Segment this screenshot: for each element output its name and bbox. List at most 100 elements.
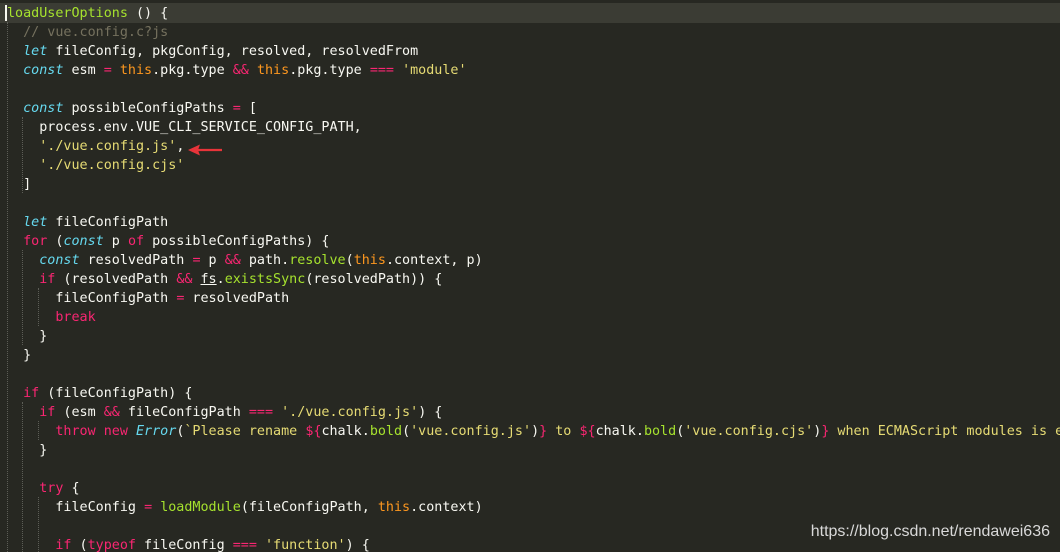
code-token: ) { (345, 538, 370, 552)
code-line[interactable]: } (7, 346, 31, 365)
code-line[interactable]: // vue.config.c?js (7, 23, 168, 42)
code-token: ( (47, 234, 64, 249)
code-token: path. (240, 253, 290, 268)
code-token: './vue.config.js' (281, 405, 419, 420)
code-token: ( (402, 424, 411, 439)
code-token: ( (71, 538, 88, 552)
code-token: = (103, 63, 112, 78)
code-token: p (103, 234, 128, 249)
code-line[interactable]: break (7, 308, 95, 327)
code-line[interactable]: if (esm && fileConfigPath === './vue.con… (7, 403, 442, 422)
code-token: = (192, 253, 201, 268)
code-token: } (539, 424, 548, 439)
code-token: p (200, 253, 225, 268)
code-line[interactable]: process.env.VUE_CLI_SERVICE_CONFIG_PATH, (7, 118, 362, 137)
code-token: if (39, 272, 56, 287)
code-token: if (55, 538, 72, 552)
code-token: === (232, 538, 257, 552)
code-line[interactable]: try { (7, 479, 79, 498)
code-line[interactable]: for (const p of possibleConfigPaths) { (7, 232, 330, 251)
code-token: Error (136, 424, 177, 439)
code-token: fileConfig (136, 538, 233, 552)
code-line[interactable]: fileConfig = loadModule(fileConfigPath, … (7, 498, 483, 517)
code-token: if (23, 386, 40, 401)
code-token: if (39, 405, 56, 420)
code-token: './vue.config.cjs' (39, 158, 185, 173)
code-token: 'function' (265, 538, 346, 552)
code-line[interactable]: } (7, 441, 47, 460)
code-line[interactable]: let fileConfigPath (7, 213, 168, 232)
code-line[interactable]: const possibleConfigPaths = [ (7, 99, 257, 118)
code-line[interactable]: ] (7, 175, 31, 194)
code-token: (resolvedPath (55, 272, 177, 287)
code-token: const (23, 101, 64, 116)
code-token: let (23, 215, 48, 230)
code-token: chalk. (595, 424, 644, 439)
code-token: () { (127, 6, 169, 21)
code-token: throw (55, 424, 96, 439)
code-line[interactable]: './vue.config.js', (7, 137, 184, 156)
code-token: = (144, 500, 153, 515)
code-token: `Please rename (184, 424, 306, 439)
code-token: existsSync (224, 272, 306, 287)
code-line[interactable]: let fileConfig, pkgConfig, resolved, res… (7, 42, 418, 61)
red-arrow-icon (188, 143, 224, 161)
code-token: .context) (410, 500, 483, 515)
code-token: && (103, 405, 120, 420)
code-line[interactable]: } (7, 327, 47, 346)
code-token: fileConfig (7, 500, 145, 515)
code-line[interactable]: if (typeof fileConfig === 'function') { (7, 536, 370, 552)
code-line[interactable]: if (resolvedPath && fs.existsSync(resolv… (7, 270, 442, 289)
code-token: possibleConfigPaths) { (144, 234, 330, 249)
code-token: loadModule (160, 500, 241, 515)
code-token: ${ (305, 424, 322, 439)
code-token: resolvedPath (79, 253, 193, 268)
code-token: fileConfig, pkgConfig, resolved, resolve… (47, 44, 419, 59)
code-token: './vue.config.js' (39, 139, 177, 154)
code-token: // vue.config.c?js (23, 25, 169, 40)
code-token: (resolvedPath)) { (305, 272, 443, 287)
code-token: const (23, 63, 64, 78)
code-line[interactable]: throw new Error(`Please rename ${chalk.b… (7, 422, 1060, 441)
code-token: , (176, 139, 185, 154)
code-line[interactable]: loadUserOptions () { (7, 4, 168, 23)
code-token: resolve (289, 253, 346, 268)
code-token: this (377, 500, 411, 515)
code-token: } (7, 329, 48, 344)
code-line[interactable]: fileConfigPath = resolvedPath (7, 289, 289, 308)
code-token: ) { (418, 405, 443, 420)
code-token: resolvedPath (184, 291, 290, 306)
code-token: 'vue.config.js' (410, 424, 532, 439)
code-line[interactable]: './vue.config.cjs' (7, 156, 184, 175)
code-line[interactable]: const resolvedPath = p && path.resolve(t… (7, 251, 482, 270)
code-token: ) (531, 424, 540, 439)
code-line[interactable]: const esm = this.pkg.type && this.pkg.ty… (7, 61, 466, 80)
code-token: ( (345, 253, 354, 268)
code-token: ] (7, 177, 32, 192)
code-token: loadUserOptions (7, 6, 128, 21)
code-token: new (103, 424, 128, 439)
code-editor[interactable]: loadUserOptions () { // vue.config.c?js … (0, 0, 1060, 552)
code-line[interactable]: if (fileConfigPath) { (7, 384, 192, 403)
code-token: && (232, 63, 249, 78)
code-token: && (224, 253, 241, 268)
code-token: fileConfigPath (119, 405, 249, 420)
code-token: (fileConfigPath, (240, 500, 378, 515)
code-token: this (119, 63, 153, 78)
